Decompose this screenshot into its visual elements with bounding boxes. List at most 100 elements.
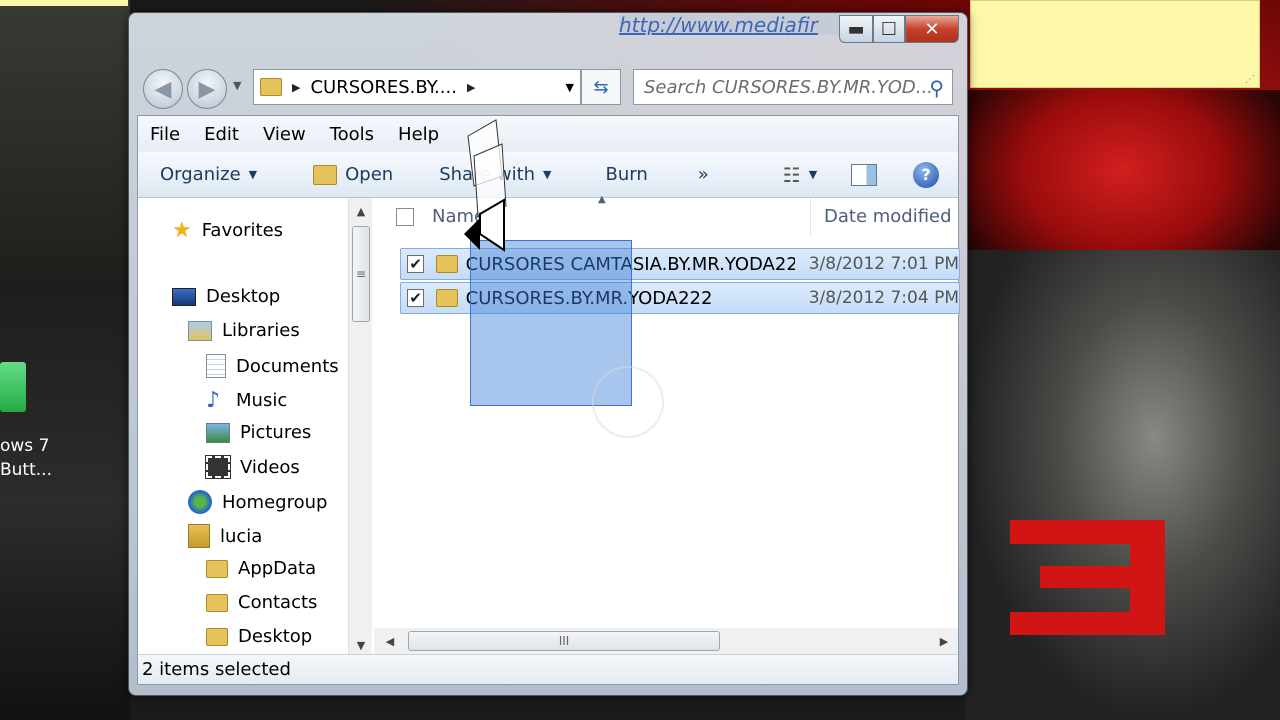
status-bar: 2 items selected (138, 654, 958, 684)
nav-item-label: Desktop (238, 626, 313, 647)
wallpaper-logo-three (1010, 520, 1165, 635)
sticky-note[interactable]: ⋰ (970, 0, 1260, 88)
menu-edit[interactable]: Edit (192, 124, 251, 145)
menu-view[interactable]: View (251, 124, 318, 145)
more-label: » (697, 164, 709, 185)
nav-item-user[interactable]: lucia (188, 524, 262, 548)
chevron-down-icon: ▼ (808, 168, 818, 181)
nav-item-user-desktop[interactable]: Desktop (206, 626, 312, 647)
sort-ascending-icon: ▲ (598, 194, 606, 205)
back-button[interactable]: ◀ (143, 69, 183, 109)
scroll-thumb[interactable]: III (408, 631, 720, 651)
nav-item-label: AppData (238, 558, 317, 579)
nav-item-documents[interactable]: Documents (206, 354, 339, 378)
nav-item-label: Videos (240, 456, 300, 478)
maximize-button[interactable]: ☐ (873, 15, 905, 43)
file-list: ▲ Name Date modified ✔ CURSORES CAMTASIA… (374, 194, 960, 628)
desktop-background-figure (965, 250, 1280, 720)
help-button[interactable]: ? (903, 161, 949, 188)
open-label: Open (345, 164, 394, 185)
nav-item-label: Desktop (206, 286, 281, 307)
address-bar[interactable]: ▶ CURSORES.BY.... ▶ ▼ (253, 69, 581, 105)
navigation-bar: ◀ ▶ ▼ ▶ CURSORES.BY.... ▶ ▼ ⇆ Search CUR… (139, 67, 961, 109)
nav-item-label: Documents (236, 355, 339, 377)
search-placeholder: Search CURSORES.BY.MR.YOD... (644, 76, 933, 98)
status-text: 2 items selected (142, 659, 291, 680)
search-icon[interactable]: ⚲ (929, 76, 944, 100)
documents-icon (206, 354, 226, 378)
arrow-right-icon: ▶ (198, 76, 216, 102)
scroll-down-icon[interactable]: ▼ (349, 634, 373, 656)
film-strip-icon (205, 455, 231, 479)
file-checkbox[interactable]: ✔ (407, 289, 425, 307)
organize-button[interactable]: Organize ▼ (138, 164, 267, 185)
select-all-checkbox[interactable] (396, 208, 414, 226)
nav-item-label: Favorites (201, 220, 284, 241)
menu-file[interactable]: File (138, 124, 192, 145)
nav-item-appdata[interactable]: AppData (206, 558, 316, 579)
file-date: 3/8/2012 7:01 PM (808, 254, 959, 274)
nav-item-libraries[interactable]: Libraries (188, 320, 300, 341)
command-bar: Organize ▼ Open Share with ▼ Burn » ☷ ▼ (138, 152, 958, 198)
breadcrumb-current[interactable]: CURSORES.BY.... (310, 77, 456, 98)
preview-pane-button[interactable] (841, 163, 887, 186)
desktop-background-left (0, 0, 130, 720)
nav-pane-scrollbar[interactable]: ▲ ≡ ▼ (348, 198, 372, 656)
homegroup-icon (188, 490, 212, 514)
menu-help[interactable]: Help (386, 124, 451, 145)
desktop-gadget-icon[interactable] (0, 362, 26, 412)
file-date: 3/8/2012 7:04 PM (808, 288, 959, 308)
desktop-icon-label: ows 7 (0, 436, 50, 456)
navigation-pane: ★ Favorites Desktop Libraries Documents … (138, 198, 372, 656)
scroll-right-icon[interactable]: ▶ (932, 628, 956, 654)
libraries-icon (188, 320, 212, 341)
breadcrumb-arrow-icon[interactable]: ▶ (292, 81, 300, 94)
desktop-icon (172, 287, 196, 306)
menu-tools[interactable]: Tools (318, 124, 386, 145)
forward-button[interactable]: ▶ (187, 69, 227, 109)
drag-cursor-icon (464, 119, 507, 252)
folder-icon (260, 78, 282, 96)
nav-item-label: Contacts (238, 592, 318, 613)
refresh-button[interactable]: ⇆ (581, 69, 621, 105)
open-folder-icon (313, 164, 338, 185)
open-button[interactable]: Open (303, 164, 403, 185)
close-button[interactable]: ✕ (905, 15, 959, 43)
preview-pane-icon (851, 163, 878, 186)
nav-item-homegroup[interactable]: Homegroup (188, 490, 327, 514)
nav-item-favorites[interactable]: ★ Favorites (172, 218, 283, 243)
search-input[interactable]: Search CURSORES.BY.MR.YOD... ⚲ (633, 69, 953, 105)
scroll-up-icon[interactable]: ▲ (349, 200, 373, 222)
sticky-resize-grip[interactable]: ⋰ (1245, 74, 1255, 85)
nav-item-label: Homegroup (222, 491, 328, 513)
file-list-horizontal-scrollbar[interactable]: ◀ III ▶ (374, 628, 958, 654)
change-view-button[interactable]: ☷ ▼ (773, 163, 827, 187)
more-commands-button[interactable]: » (688, 164, 719, 185)
breadcrumb-arrow-icon[interactable]: ▶ (467, 81, 475, 94)
nav-item-music[interactable]: ♪ Music (206, 388, 287, 413)
recent-pages-dropdown[interactable]: ▼ (233, 79, 241, 92)
contacts-icon (206, 593, 228, 612)
folder-icon (206, 559, 228, 578)
desktop-icon-label: Butt... (0, 460, 52, 480)
organize-label: Organize (160, 164, 241, 185)
column-header-date-modified[interactable]: Date modified (824, 206, 952, 227)
folder-icon (436, 289, 458, 307)
nav-item-desktop[interactable]: Desktop (172, 286, 280, 307)
column-divider[interactable] (810, 198, 811, 236)
help-icon: ? (913, 161, 940, 188)
chevron-down-icon: ▼ (248, 168, 258, 181)
scroll-left-icon[interactable]: ◀ (378, 628, 402, 654)
burn-button[interactable]: Burn (596, 164, 658, 185)
nav-item-label: Libraries (222, 320, 300, 341)
user-folder-icon (188, 524, 210, 548)
nav-item-contacts[interactable]: Contacts (206, 592, 317, 613)
file-checkbox[interactable]: ✔ (407, 255, 425, 273)
folder-icon (206, 627, 228, 646)
busy-cursor-ring (592, 366, 664, 438)
nav-item-videos[interactable]: Videos (205, 455, 300, 479)
scroll-thumb[interactable]: ≡ (352, 226, 370, 322)
minimize-button[interactable]: ▬ (839, 15, 873, 43)
nav-item-pictures[interactable]: Pictures (206, 422, 311, 443)
address-dropdown-icon[interactable]: ▼ (566, 81, 574, 94)
